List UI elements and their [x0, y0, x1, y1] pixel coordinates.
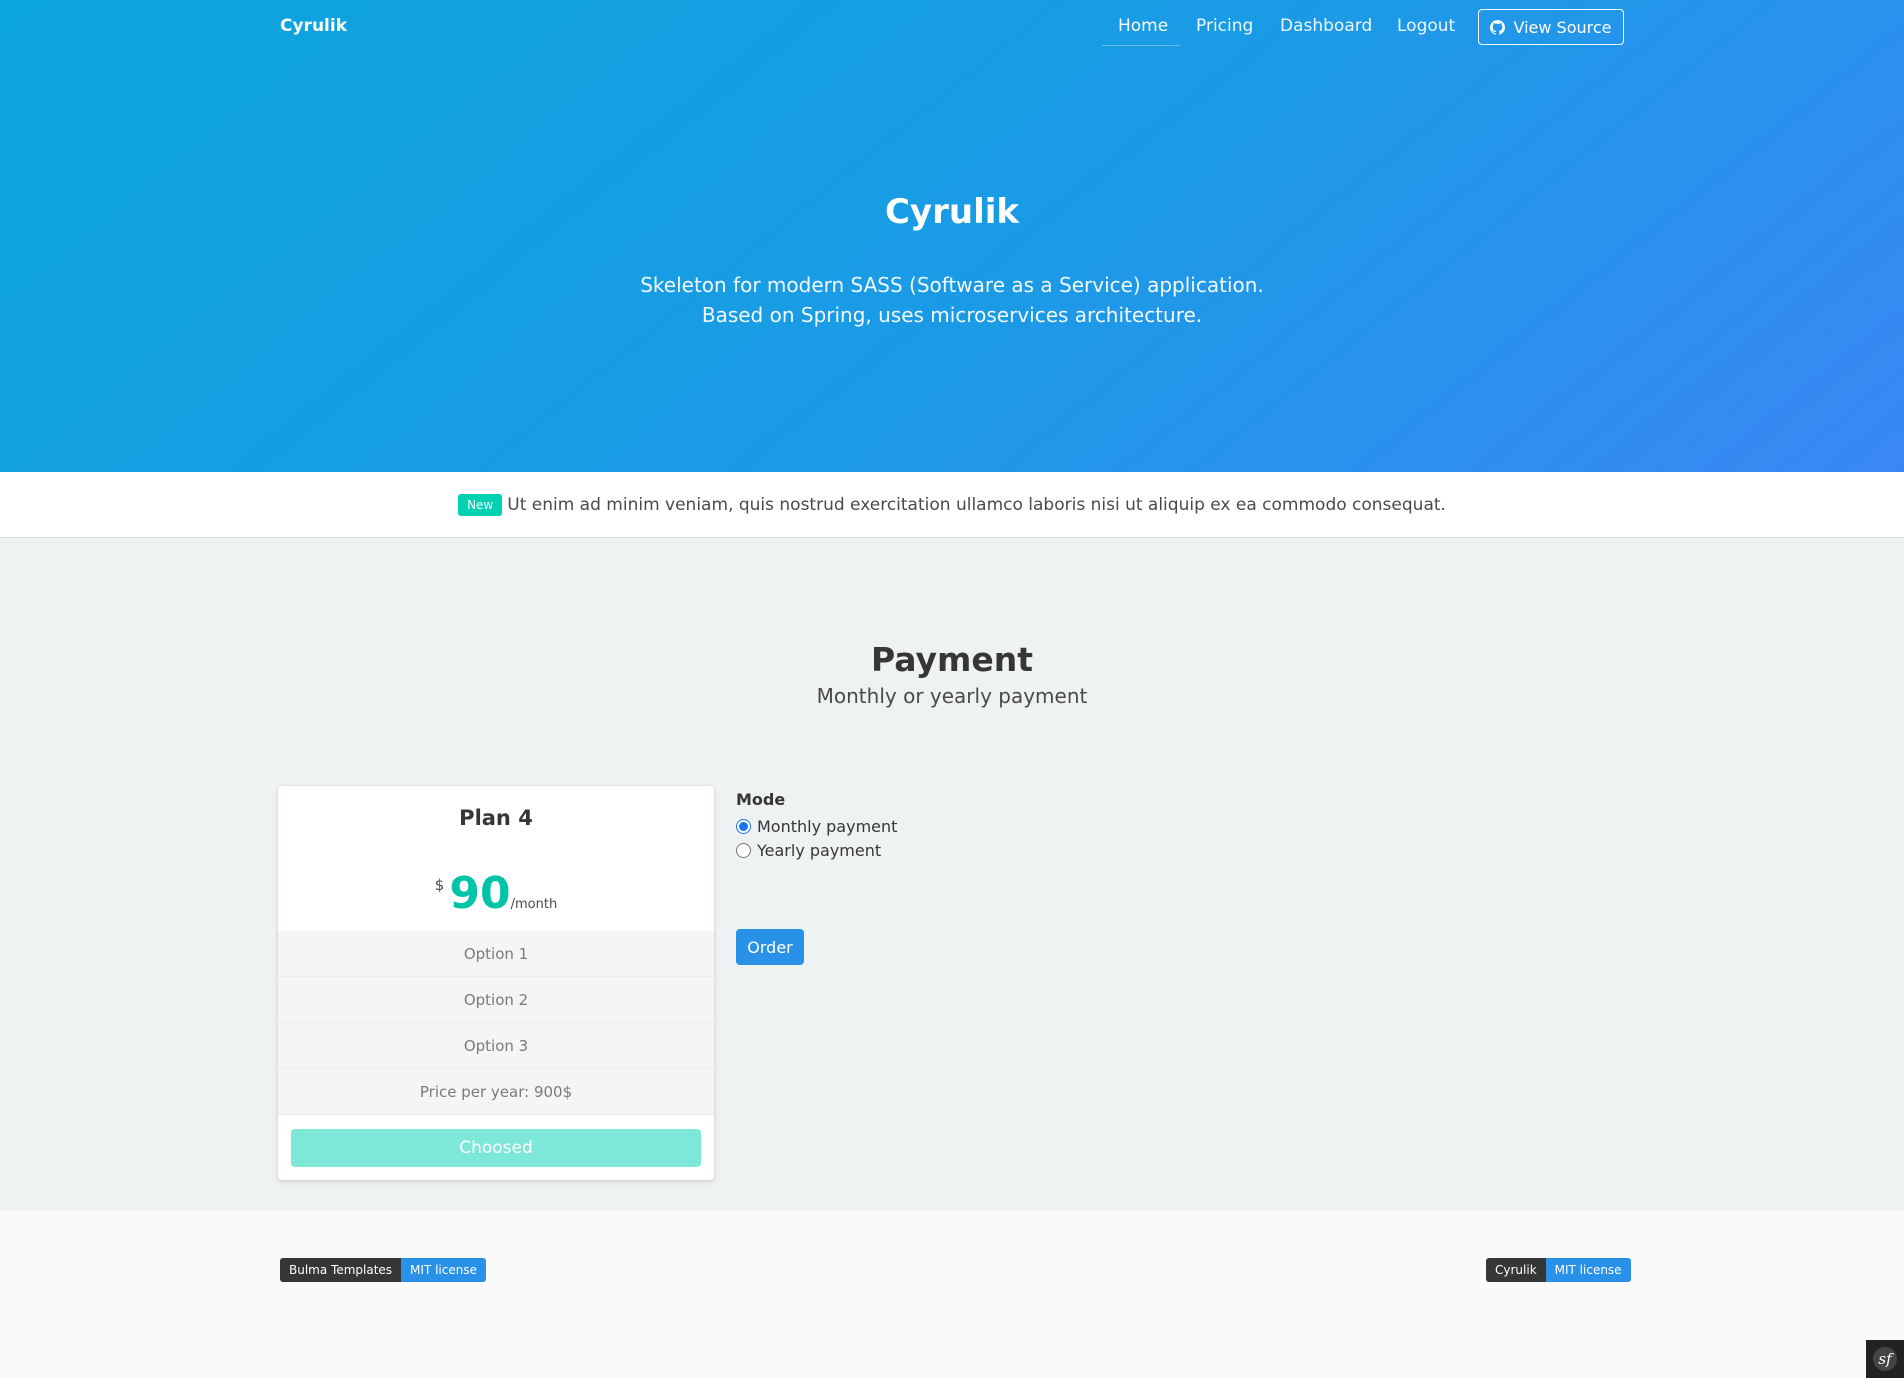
- footer: Bulma Templates MIT license Cyrulik MIT …: [0, 1211, 1904, 1378]
- new-tag: New: [458, 493, 503, 516]
- badge-left-label: Cyrulik: [1486, 1258, 1546, 1282]
- symfony-icon[interactable]: sf: [1866, 1340, 1904, 1378]
- announcement-text: Ut enim ad minim veniam, quis nostrud ex…: [507, 494, 1446, 515]
- view-source-label: View Source: [1513, 17, 1612, 37]
- navbar: Cyrulik Home Pricing Dashboard Logout Vi…: [0, 0, 1904, 54]
- monthly-payment-radio[interactable]: [736, 818, 751, 834]
- monthly-payment-option[interactable]: Monthly payment: [736, 817, 897, 836]
- mode-label: Mode: [736, 790, 786, 809]
- plan-price: $ 90/month: [278, 868, 714, 919]
- yearly-payment-label[interactable]: Yearly payment: [757, 841, 881, 860]
- badge-right-label: MIT license: [1545, 1258, 1631, 1282]
- monthly-payment-label[interactable]: Monthly payment: [757, 817, 897, 836]
- plan-currency: $: [434, 876, 445, 894]
- plan-option: Option 2: [278, 977, 714, 1023]
- cyrulik-license-badge[interactable]: Cyrulik MIT license: [1486, 1258, 1631, 1282]
- nav-logout[interactable]: Logout: [1397, 16, 1455, 36]
- plan-option: Option 3: [278, 1023, 714, 1069]
- mode-form: Mode Monthly payment Yearly payment Orde…: [736, 790, 897, 965]
- plan-option: Option 1: [278, 931, 714, 977]
- plan-amount: 90: [449, 868, 511, 919]
- hero-title: Cyrulik: [884, 192, 1019, 232]
- plan-name: Plan 4: [459, 806, 533, 830]
- plan-options-list: Option 1 Option 2 Option 3 Price per yea…: [278, 931, 714, 1115]
- yearly-payment-radio[interactable]: [736, 842, 751, 858]
- plan-choosed-button[interactable]: Choosed: [291, 1129, 701, 1167]
- order-button[interactable]: Order: [736, 929, 804, 965]
- hero-section: Cyrulik Home Pricing Dashboard Logout Vi…: [0, 0, 1904, 472]
- nav-pricing[interactable]: Pricing: [1196, 16, 1253, 36]
- payment-subtitle: Monthly or yearly payment: [816, 684, 1088, 708]
- announcement-bar: New Ut enim ad minim veniam, quis nostru…: [0, 472, 1904, 538]
- brand-logo[interactable]: Cyrulik: [280, 16, 347, 36]
- hero-subtitle: Skeleton for modern SASS (Software as a …: [0, 270, 1904, 330]
- symfony-glyph: sf: [1873, 1347, 1897, 1371]
- badge-left-label: Bulma Templates: [280, 1258, 402, 1282]
- payment-section: Payment Monthly or yearly payment Plan 4…: [0, 538, 1904, 1211]
- bulma-templates-badge[interactable]: Bulma Templates MIT license: [280, 1258, 486, 1282]
- github-icon: [1490, 19, 1506, 35]
- hero-subtitle-line1: Skeleton for modern SASS (Software as a …: [640, 273, 1264, 297]
- plan-yearly-price: Price per year: 900$: [278, 1069, 714, 1115]
- yearly-payment-option[interactable]: Yearly payment: [736, 841, 897, 860]
- hero-subtitle-line2: Based on Spring, uses microservices arch…: [701, 303, 1203, 327]
- plan-period: /month: [510, 897, 558, 912]
- payment-title: Payment: [870, 640, 1034, 679]
- nav-dashboard[interactable]: Dashboard: [1280, 16, 1372, 36]
- view-source-button[interactable]: View Source: [1478, 9, 1624, 45]
- nav-active-indicator: [1102, 45, 1180, 46]
- badge-right-label: MIT license: [401, 1258, 486, 1282]
- nav-home[interactable]: Home: [1118, 16, 1168, 36]
- plan-card: Plan 4 $ 90/month Option 1 Option 2 Opti…: [278, 786, 714, 1180]
